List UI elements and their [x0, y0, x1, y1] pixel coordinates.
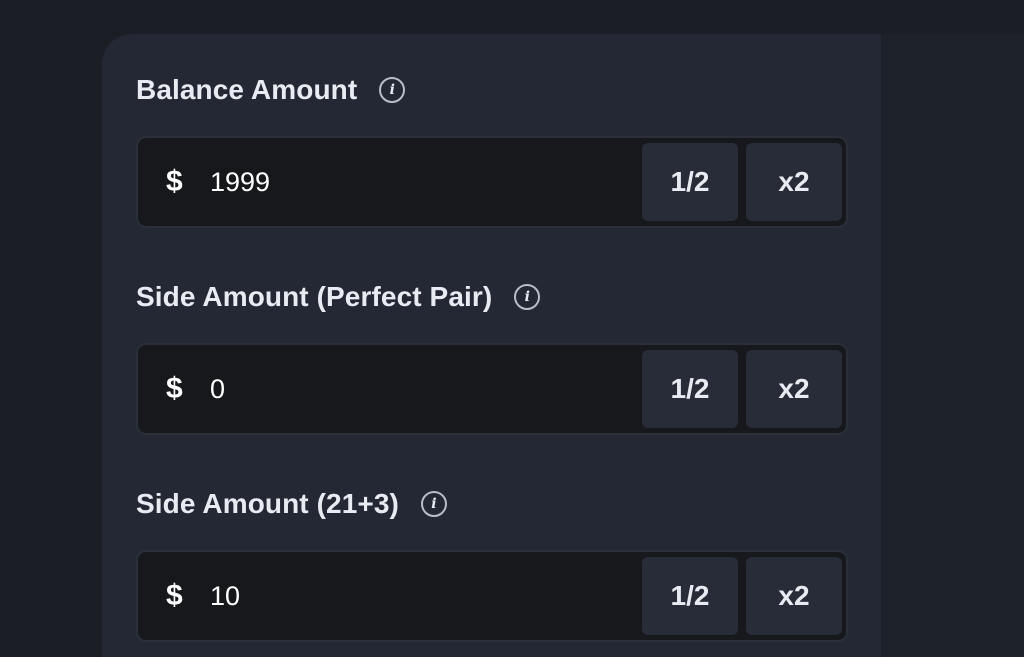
balance-double-button[interactable]: x2: [746, 143, 842, 221]
twentyone-plus-three-amount-input[interactable]: [210, 552, 610, 640]
balance-half-button[interactable]: 1/2: [642, 143, 738, 221]
perfect-pair-amount-field: Side Amount (Perfect Pair) i $ 1/2 x2: [136, 279, 848, 435]
balance-amount-input[interactable]: [210, 138, 610, 226]
dollar-sign-icon: $: [166, 372, 183, 405]
twentyone-plus-three-amount-label: Side Amount (21+3): [136, 488, 399, 519]
balance-amount-label-row: Balance Amount i: [136, 72, 848, 108]
balance-amount-input-box: $ 1/2 x2: [136, 136, 848, 228]
perfect-pair-amount-label: Side Amount (Perfect Pair): [136, 281, 493, 312]
side-area: [881, 34, 1024, 657]
twentyone-plus-three-double-button[interactable]: x2: [746, 557, 842, 635]
perfect-pair-label-row: Side Amount (Perfect Pair) i: [136, 279, 848, 315]
perfect-pair-double-button[interactable]: x2: [746, 350, 842, 428]
twentyone-plus-three-amount-field: Side Amount (21+3) i $ 1/2 x2: [136, 486, 848, 642]
app-root: Balance Amount i $ 1/2 x2 Side Amount (P…: [0, 0, 1024, 657]
dollar-sign-icon: $: [166, 165, 183, 198]
info-icon[interactable]: i: [379, 77, 406, 103]
perfect-pair-input-box: $ 1/2 x2: [136, 343, 848, 435]
bet-settings-panel: Balance Amount i $ 1/2 x2 Side Amount (P…: [102, 34, 881, 657]
balance-amount-field: Balance Amount i $ 1/2 x2: [136, 72, 848, 228]
info-icon[interactable]: i: [514, 284, 541, 310]
perfect-pair-amount-input[interactable]: [210, 345, 610, 433]
twentyone-plus-three-half-button[interactable]: 1/2: [642, 557, 738, 635]
dollar-sign-icon: $: [166, 579, 183, 612]
twentyone-plus-three-label-row: Side Amount (21+3) i: [136, 486, 848, 522]
perfect-pair-half-button[interactable]: 1/2: [642, 350, 738, 428]
twentyone-plus-three-input-box: $ 1/2 x2: [136, 550, 848, 642]
balance-amount-label: Balance Amount: [136, 74, 358, 105]
info-icon[interactable]: i: [420, 491, 447, 517]
